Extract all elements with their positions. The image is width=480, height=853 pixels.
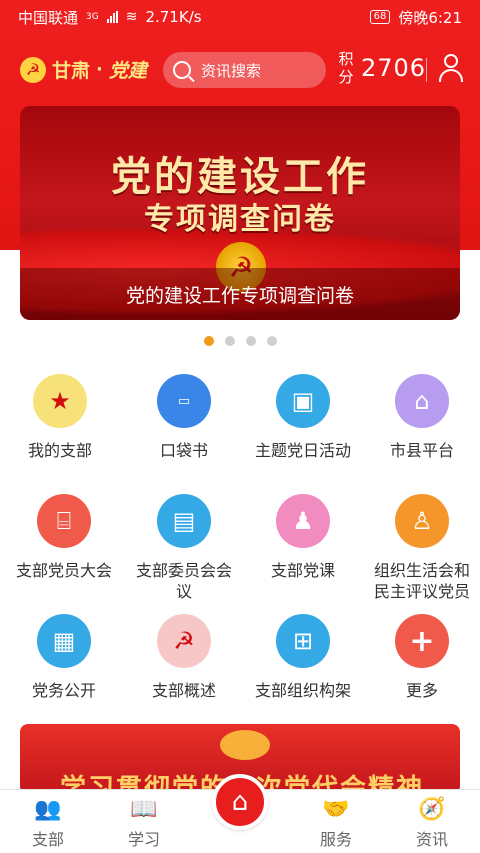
grid-item-label: 党务公开 bbox=[31, 681, 96, 700]
grid-item-org-life[interactable]: ♙ 组织生活会和民主评议党员 bbox=[362, 494, 480, 602]
points-display[interactable]: 积分 2706 bbox=[337, 50, 426, 86]
party-star-icon: ★ bbox=[33, 374, 87, 428]
carousel-dot[interactable] bbox=[266, 336, 277, 346]
people-icon: 👥 bbox=[34, 797, 62, 822]
grid-item-label: 支部党员大会 bbox=[15, 561, 112, 580]
search-placeholder: 资讯搜索 bbox=[201, 61, 262, 80]
carousel-dot[interactable] bbox=[203, 336, 214, 346]
grid-item-pocket-book[interactable]: ▭ 口袋书 bbox=[124, 374, 244, 461]
handshake-icon: 🤝 bbox=[322, 797, 350, 822]
brand-name-part2: 党建 bbox=[108, 60, 147, 82]
grid-item-my-branch[interactable]: ★ 我的支部 bbox=[0, 374, 120, 461]
network-speed: 2.71K/s bbox=[145, 8, 202, 26]
header-divider bbox=[426, 58, 427, 82]
grid-item-label: 支部概述 bbox=[151, 681, 216, 700]
hammer-sickle-icon: ☭ bbox=[20, 56, 46, 83]
banner-subheadline: 专项调查问卷 bbox=[144, 202, 336, 237]
tab-study[interactable]: 📖 学习 bbox=[104, 798, 184, 850]
meeting-screen-icon: ▣ bbox=[276, 374, 330, 428]
status-bar: 中国联通 3G ≋ 2.71K/s 68 傍晚6:21 bbox=[0, 0, 480, 34]
grid-item-theme-day[interactable]: ▣ 主题党日活动 bbox=[243, 374, 363, 461]
tab-service[interactable]: 🤝 服务 bbox=[296, 798, 376, 850]
grid-item-org-structure[interactable]: ⊞ 支部组织构架 bbox=[243, 614, 363, 701]
app-logo: ☭ 甘肃 · 党建 bbox=[20, 56, 147, 83]
points-label: 积分 bbox=[338, 50, 354, 86]
home-button[interactable]: ⌂ bbox=[212, 774, 268, 830]
building-icon: ⌂ bbox=[395, 374, 449, 428]
user-profile-icon[interactable] bbox=[438, 54, 464, 82]
board-icon: ▤ bbox=[157, 494, 211, 548]
tab-label: 支部 bbox=[31, 830, 64, 849]
banner-emblem-icon bbox=[220, 730, 270, 760]
grid-item-label: 支部组织构架 bbox=[254, 681, 351, 700]
tab-label: 学习 bbox=[127, 830, 160, 849]
grid-item-member-assembly[interactable]: ⌸ 支部党员大会 bbox=[4, 494, 124, 581]
grid-item-affairs-public[interactable]: ▦ 党务公开 bbox=[4, 614, 124, 701]
compass-icon: 🧭 bbox=[418, 797, 446, 822]
grid-item-label: 更多 bbox=[405, 681, 438, 700]
grid-item-label: 组织生活会和民主评议党员 bbox=[373, 561, 470, 601]
carousel-dot[interactable] bbox=[224, 336, 235, 346]
grid-item-label: 我的支部 bbox=[27, 441, 92, 460]
grid-item-branch-overview[interactable]: ☭ 支部概述 bbox=[124, 614, 244, 701]
document-icon: ▦ bbox=[37, 614, 91, 668]
pocket-book-icon: ▭ bbox=[157, 374, 211, 428]
signal-icon bbox=[106, 11, 118, 23]
grid-item-more[interactable]: + 更多 bbox=[362, 614, 480, 701]
carousel-banner[interactable]: 党的建设工作 专项调查问卷 ☭ 党的建设工作专项调查问卷 bbox=[20, 106, 460, 320]
brand-separator: · bbox=[96, 59, 103, 80]
search-input[interactable]: 资讯搜索 bbox=[163, 52, 326, 88]
search-icon bbox=[173, 61, 191, 79]
party-emblem-icon: ☭ bbox=[157, 614, 211, 668]
carrier-label: 中国联通 bbox=[18, 8, 79, 27]
grid-item-party-lecture[interactable]: ♟ 支部党课 bbox=[243, 494, 363, 581]
org-chart-icon: ⊞ bbox=[276, 614, 330, 668]
grid-item-city-platform[interactable]: ⌂ 市县平台 bbox=[362, 374, 480, 461]
tab-label: 服务 bbox=[319, 830, 352, 849]
banner-caption: 党的建设工作专项调查问卷 bbox=[20, 268, 460, 320]
speaker-icon: ♙ bbox=[395, 494, 449, 548]
book-icon: 📖 bbox=[130, 797, 158, 822]
grid-item-label: 主题党日活动 bbox=[254, 441, 351, 460]
grid-item-label: 支部委员会会议 bbox=[135, 561, 232, 601]
grid-item-label: 市县平台 bbox=[389, 441, 454, 460]
teacher-icon: ♟ bbox=[276, 494, 330, 548]
network-type: 3G bbox=[86, 12, 99, 22]
tab-news[interactable]: 🧭 资讯 bbox=[392, 798, 472, 850]
grid-item-label: 口袋书 bbox=[159, 441, 208, 460]
wifi-icon: ≋ bbox=[125, 9, 138, 25]
app-header: ☭ 甘肃 · 党建 资讯搜索 积分 2706 bbox=[0, 50, 480, 90]
home-icon: ⌂ bbox=[231, 787, 249, 817]
grid-item-label: 支部党课 bbox=[270, 561, 335, 580]
plus-icon: + bbox=[395, 614, 449, 668]
clock: 傍晚6:21 bbox=[398, 8, 462, 27]
carousel-dot[interactable] bbox=[245, 336, 256, 346]
tab-branch[interactable]: 👥 支部 bbox=[8, 798, 88, 850]
hall-icon: ⌸ bbox=[37, 494, 91, 548]
tab-label: 资讯 bbox=[415, 830, 448, 849]
battery-icon: 68 bbox=[369, 10, 391, 24]
brand-name-part1: 甘肃 bbox=[52, 60, 91, 82]
carousel-indicator bbox=[0, 336, 480, 346]
points-value: 2706 bbox=[361, 54, 427, 82]
grid-item-committee-meeting[interactable]: ▤ 支部委员会会议 bbox=[124, 494, 244, 602]
